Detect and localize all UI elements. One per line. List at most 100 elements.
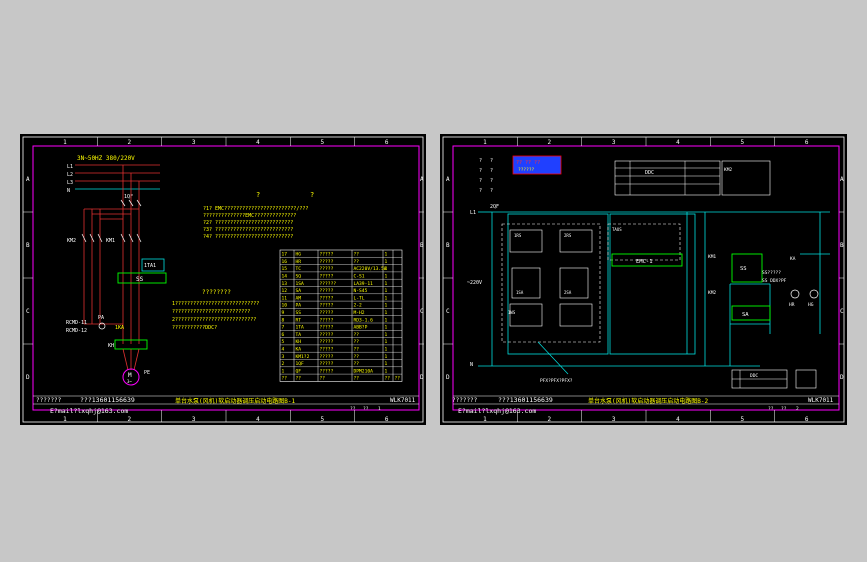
table-cell: 3: [282, 354, 285, 360]
note-line: 1????????????????????????????: [172, 301, 259, 307]
grid-row-label: A: [446, 176, 450, 183]
table-cell: 1: [385, 332, 388, 338]
table-cell: KH: [296, 339, 302, 345]
bus-lines: [75, 164, 160, 190]
phase-l2: L2: [67, 172, 73, 178]
grid-col-label: 5: [321, 416, 325, 423]
grid-row-label: B: [420, 242, 424, 249]
table-cell: 5: [282, 339, 285, 345]
pe-label: PE: [144, 370, 150, 376]
table-cell: 2-2: [354, 303, 363, 309]
ss-label: SS: [136, 276, 144, 283]
table-cell: TA: [296, 332, 302, 338]
pa-label: PA: [98, 315, 104, 321]
svg-text:?: ?: [479, 188, 482, 194]
note-line: ?1? EMC????????????????????????/???: [203, 206, 308, 212]
table-cell: 12: [282, 288, 288, 294]
table-cell: 1: [385, 266, 388, 272]
table-cell: ?????: [320, 295, 334, 301]
grid-col-label: 4: [256, 416, 260, 423]
rt-label-2: RCMD-12: [66, 328, 87, 334]
svg-text:?: ?: [490, 168, 493, 174]
table-cell: 1: [385, 339, 388, 345]
grid-row-label: D: [420, 374, 424, 381]
table-cell: 1: [385, 368, 388, 374]
km1-label: KM1: [708, 254, 716, 260]
motor-leads: [122, 348, 140, 371]
footer-sub-2: ??: [781, 406, 787, 412]
ss-box: [731, 253, 763, 283]
logo-text: ?? ?? ??: [516, 160, 540, 166]
km-table: [721, 160, 771, 196]
table-cell: PA: [296, 303, 302, 309]
svg-text:?: ?: [479, 158, 482, 164]
km2-label: KM2: [67, 238, 76, 244]
grid-col-label: 3: [612, 416, 616, 423]
table-cell: ??: [296, 376, 302, 382]
table-cell: ??: [354, 252, 360, 258]
grid-col-label: 5: [741, 139, 745, 146]
grid-col-label: 1: [483, 139, 487, 146]
grid-row-label: A: [420, 176, 424, 183]
table-cell: 1: [385, 325, 388, 331]
l1-label: L1: [470, 210, 476, 216]
note-line: ?2? ??????????????????????????: [203, 220, 293, 226]
table-cell: ??: [354, 347, 360, 353]
footer-title: 单台水泵(风机)软启动器调压启动电路图B-1: [175, 397, 295, 405]
n-label: N: [470, 362, 473, 368]
table-cell: ?????: [320, 288, 334, 294]
motor-sub: 3~: [127, 379, 132, 384]
table-cell: ??: [354, 259, 360, 265]
grid-row-label: A: [840, 176, 844, 183]
outer-frame: [22, 136, 424, 423]
grid-col-label: 2: [128, 139, 132, 146]
svg-text:?: ?: [490, 188, 493, 194]
right-label-ss: SS?????: [762, 270, 781, 276]
table-cell: 1: [385, 281, 388, 287]
table-cell: 10: [282, 303, 288, 309]
table-cell: 1: [385, 288, 388, 294]
dashed-modules: [501, 223, 681, 343]
footer-sub-1: ??: [768, 406, 774, 412]
relay-2sa: 2SA: [564, 290, 572, 295]
table-cell: N-S45: [354, 288, 368, 294]
table-cell: ??: [282, 376, 288, 382]
table-cell: 1: [385, 354, 388, 360]
footer-title: 单台水泵(风机)软启动器调压启动电路图B-2: [588, 397, 708, 405]
phase-l1: L1: [67, 164, 73, 170]
schematic-b2: 123456 123456 ABCD ABCD ?? ?? ?? ?????? …: [442, 136, 845, 423]
grid-rows-right: A B C D: [839, 176, 844, 381]
table-cell: ??: [354, 339, 360, 345]
table-cell: SA: [296, 288, 302, 294]
table-cell: QF: [296, 368, 302, 374]
phase-l3: L3: [67, 180, 73, 186]
lamp-hg-icon: [809, 289, 819, 299]
table-cell: 9: [282, 310, 285, 316]
grid-col-label: 2: [548, 416, 552, 423]
control-wiring: [478, 211, 830, 367]
note-line: ??????????????EMC??????????????: [203, 213, 296, 219]
hr-label: HR: [789, 302, 795, 308]
grid-row-label: C: [446, 308, 450, 315]
footer-sub-2: ??: [363, 406, 369, 412]
table-cell: 8: [282, 317, 285, 323]
relay-boxes: [509, 229, 593, 327]
table-cell: 11: [282, 295, 288, 301]
table-cell: 1: [385, 361, 388, 367]
table-cell: ??: [354, 361, 360, 367]
table-cell: HG: [296, 252, 302, 258]
note-line: ???????????DDC?: [172, 325, 217, 331]
table-cell: 1: [385, 347, 388, 353]
right-label-ka: KA: [790, 256, 796, 262]
table-cell: ??????: [320, 281, 337, 287]
table-cell: 1: [385, 259, 388, 265]
table-cell: RD3-1.6: [354, 317, 374, 323]
table-cell: 7: [282, 325, 285, 331]
table-cell: 17: [282, 252, 288, 258]
table-cell: KM1?2: [296, 354, 310, 360]
table-cell: 13: [282, 281, 288, 287]
qf2-label: 2QF: [490, 204, 499, 210]
grid-col-label: 1: [483, 416, 487, 423]
relay-2rs: 2RS: [564, 233, 572, 238]
motor-label: M: [128, 372, 132, 379]
